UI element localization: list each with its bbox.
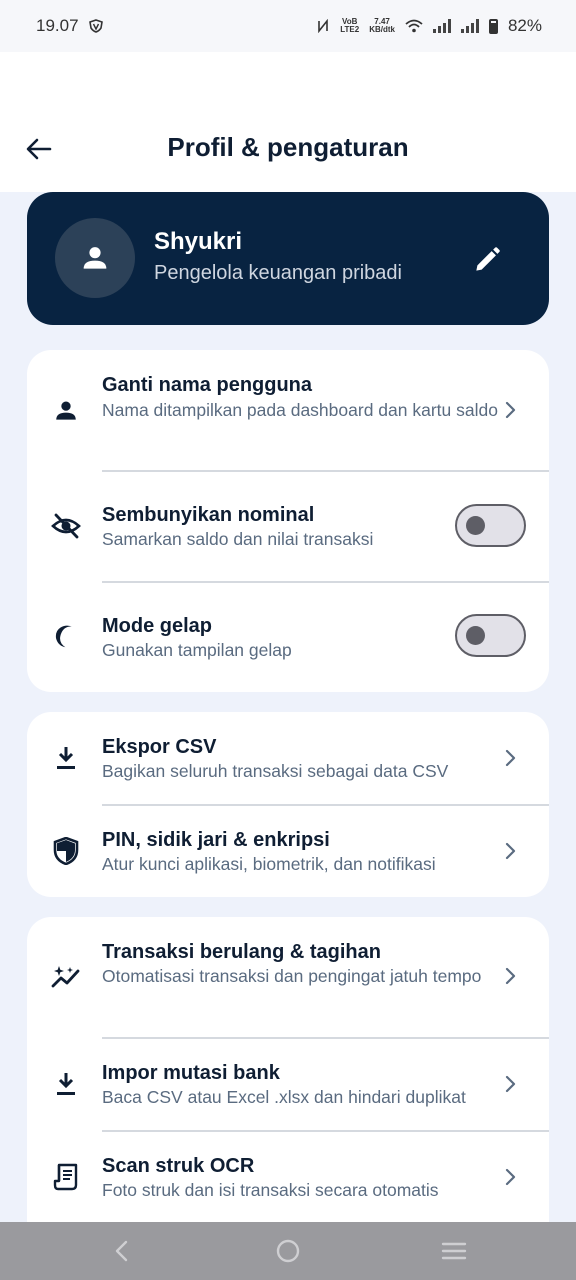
moon-icon: [50, 620, 82, 652]
status-time: 19.07: [36, 16, 79, 35]
import-bank-row[interactable]: Impor mutasi bank Baca CSV atau Excel .x…: [27, 1038, 549, 1130]
signal-icon-sim1: [432, 19, 451, 33]
wifi-icon: [405, 19, 423, 33]
automation-group: Transaksi berulang & tagihan Otomatisasi…: [27, 917, 549, 1222]
chevron-right-icon: [505, 967, 516, 985]
row-title: Impor mutasi bank: [102, 1062, 280, 1084]
battery-percentage: 82%: [507, 16, 542, 35]
network-type-indicator: VoB LTE2: [340, 17, 360, 34]
avatar: [55, 218, 135, 298]
row-description: Bagikan seluruh transaksi sebagai data C…: [102, 761, 449, 781]
row-description: Baca CSV atau Excel .xlsx dan hindari du…: [102, 1087, 466, 1107]
profile-subtitle: Pengelola keuangan pribadi: [154, 262, 402, 284]
system-navigation-bar: [0, 1222, 576, 1280]
row-title: PIN, sidik jari & enkripsi: [102, 829, 330, 851]
export-csv-row[interactable]: Ekspor CSV Bagikan seluruh transaksi seb…: [27, 712, 549, 804]
battery-icon: [488, 18, 498, 34]
row-title: Scan struk OCR: [102, 1155, 255, 1177]
data-security-group: Ekspor CSV Bagikan seluruh transaksi seb…: [27, 712, 549, 897]
row-description: Nama ditampilkan pada dashboard dan kart…: [102, 400, 498, 420]
dark-mode-row[interactable]: Mode gelap Gunakan tampilan gelap: [27, 582, 549, 692]
recurring-transactions-row[interactable]: Transaksi berulang & tagihan Otomatisasi…: [27, 917, 549, 1037]
edit-profile-button[interactable]: [471, 244, 503, 276]
account-settings-group: Ganti nama pengguna Nama ditampilkan pad…: [27, 350, 549, 692]
chevron-right-icon: [505, 1168, 516, 1186]
nav-back-icon[interactable]: [107, 1236, 137, 1266]
download-icon: [50, 742, 82, 774]
person-icon: [50, 395, 82, 427]
nav-menu-icon[interactable]: [439, 1236, 469, 1266]
row-description: Gunakan tampilan gelap: [102, 640, 292, 660]
row-description: Samarkan saldo dan nilai transaksi: [102, 529, 374, 549]
chevron-right-icon: [505, 842, 516, 860]
rename-user-row[interactable]: Ganti nama pengguna Nama ditampilkan pad…: [27, 350, 549, 470]
signal-icon-sim2: [460, 19, 479, 33]
network-speed-indicator: 7.47 KB/dtk: [369, 17, 395, 34]
shield-icon: [50, 835, 82, 867]
hide-amounts-toggle[interactable]: [455, 504, 526, 547]
vpn-shield-icon: [88, 19, 103, 33]
row-description: Otomatisasi transaksi dan pengingat jatu…: [102, 966, 482, 986]
row-title: Ganti nama pengguna: [102, 374, 313, 396]
row-title: Transaksi berulang & tagihan: [102, 941, 381, 963]
download-icon: [50, 1068, 82, 1100]
toggle-knob: [466, 516, 485, 535]
scan-receipt-row[interactable]: Scan struk OCR Foto struk dan isi transa…: [27, 1131, 549, 1222]
nfc-icon: [318, 19, 329, 33]
auto-graph-icon: [50, 961, 82, 993]
eye-off-icon: [50, 510, 82, 542]
row-title: Sembunyikan nominal: [102, 504, 315, 526]
profile-name: Shyukri: [154, 228, 243, 255]
row-title: Ekspor CSV: [102, 736, 217, 758]
app-header: Profil & pengaturan: [0, 52, 576, 192]
row-description: Foto struk dan isi transaksi secara otom…: [102, 1180, 439, 1200]
status-bar: 19.07 VoB LTE2 7.47 KB/dtk 82%: [0, 0, 576, 52]
page-title: Profil & pengaturan: [167, 132, 409, 162]
chevron-right-icon: [505, 749, 516, 767]
profile-card: Shyukri Pengelola keuangan pribadi: [27, 192, 549, 325]
toggle-knob: [466, 626, 485, 645]
row-description: Atur kunci aplikasi, biometrik, dan noti…: [102, 854, 436, 874]
hide-amounts-row[interactable]: Sembunyikan nominal Samarkan saldo dan n…: [27, 471, 549, 581]
receipt-icon: [50, 1161, 82, 1193]
row-title: Mode gelap: [102, 615, 213, 637]
pencil-icon: [476, 247, 500, 271]
dark-mode-toggle[interactable]: [455, 614, 526, 657]
security-row[interactable]: PIN, sidik jari & enkripsi Atur kunci ap…: [27, 805, 549, 897]
chevron-right-icon: [505, 1075, 516, 1093]
chevron-right-icon: [505, 401, 516, 419]
person-icon: [83, 247, 107, 269]
nav-home-icon[interactable]: [273, 1236, 303, 1266]
